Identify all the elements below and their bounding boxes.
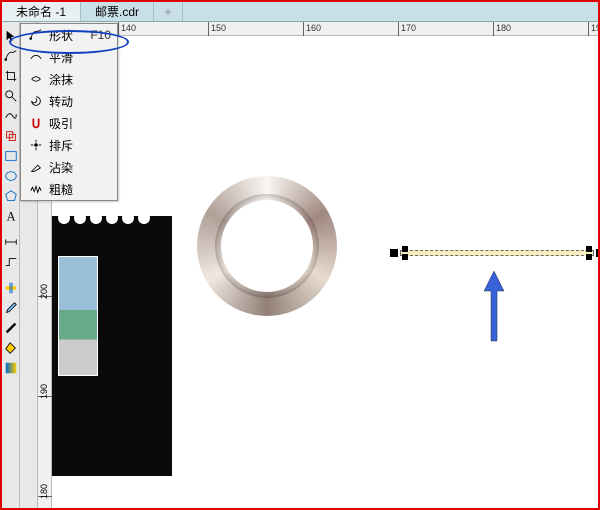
ruler-tick: 200 bbox=[39, 284, 49, 299]
flyout-repel[interactable]: 排斥 bbox=[21, 134, 117, 156]
fill-tool[interactable] bbox=[2, 338, 20, 358]
smear-icon bbox=[27, 160, 45, 174]
roughen-icon bbox=[27, 182, 45, 196]
node-handle[interactable] bbox=[586, 246, 592, 252]
connector-tool[interactable] bbox=[2, 252, 20, 272]
shape-tool-flyout: 形状 F10 平滑 涂抹 转动 吸引 排斥 沾染 粗糙 bbox=[20, 23, 118, 201]
pick-tool[interactable] bbox=[2, 26, 20, 46]
connector-line bbox=[400, 250, 594, 256]
interactive-fill-tool[interactable] bbox=[2, 358, 20, 378]
attract-icon bbox=[27, 116, 45, 130]
flyout-shortcut: F10 bbox=[90, 28, 111, 42]
ruler-tick: 140 bbox=[121, 23, 136, 33]
flyout-smooth[interactable]: 平滑 bbox=[21, 46, 117, 68]
flyout-label: 形状 bbox=[45, 27, 90, 44]
shape-icon bbox=[27, 28, 45, 42]
crop-tool[interactable] bbox=[2, 66, 20, 86]
rectangle-tool[interactable] bbox=[2, 146, 20, 166]
document-tabs: 未命名 -1 邮票.cdr + bbox=[2, 2, 598, 22]
node-handle[interactable] bbox=[402, 246, 408, 252]
ruler-tick: 160 bbox=[306, 23, 321, 33]
connector-selected[interactable] bbox=[392, 246, 598, 260]
canvas[interactable] bbox=[52, 36, 598, 508]
ruler-horizontal[interactable]: 140 150 160 170 180 190 bbox=[38, 22, 598, 36]
dimension-tool[interactable] bbox=[2, 232, 20, 252]
interactive-tool[interactable] bbox=[2, 278, 20, 298]
stamp-photo bbox=[58, 256, 98, 376]
twirl-icon bbox=[27, 94, 45, 108]
ruler-tick: 150 bbox=[211, 23, 226, 33]
flyout-label: 粗糙 bbox=[45, 181, 111, 198]
tab-add[interactable]: + bbox=[154, 2, 183, 21]
polygon-tool[interactable] bbox=[2, 186, 20, 206]
repel-icon bbox=[27, 138, 45, 152]
flyout-label: 吸引 bbox=[45, 115, 111, 132]
ruler-tick: 190 bbox=[591, 23, 598, 33]
zoom-tool[interactable] bbox=[2, 86, 20, 106]
text-tool[interactable]: A bbox=[2, 206, 20, 226]
flyout-attract[interactable]: 吸引 bbox=[21, 112, 117, 134]
flyout-shape[interactable]: 形状 F10 bbox=[21, 24, 117, 46]
tab-label: 未命名 -1 bbox=[16, 3, 66, 20]
canvas-wrap: 140 150 160 170 180 190 200 190 180 bbox=[38, 22, 598, 508]
metal-ring-object[interactable] bbox=[197, 176, 337, 316]
ellipse-tool[interactable] bbox=[2, 166, 20, 186]
outline-tool[interactable] bbox=[2, 318, 20, 338]
flyout-smudge[interactable]: 涂抹 bbox=[21, 68, 117, 90]
freehand-tool[interactable] bbox=[2, 106, 20, 126]
plus-icon: + bbox=[165, 5, 172, 19]
flyout-label: 沾染 bbox=[45, 159, 111, 176]
flyout-label: 平滑 bbox=[45, 49, 111, 66]
toolbox-primary: A bbox=[2, 22, 20, 508]
ruler-tick: 180 bbox=[39, 484, 49, 499]
node-handle[interactable] bbox=[402, 254, 408, 260]
svg-text:A: A bbox=[7, 209, 16, 223]
ruler-tick: 190 bbox=[39, 384, 49, 399]
arrow-annotation bbox=[482, 271, 506, 346]
flyout-smear[interactable]: 沾染 bbox=[21, 156, 117, 178]
flyout-twirl[interactable]: 转动 bbox=[21, 90, 117, 112]
flyout-label: 涂抹 bbox=[45, 71, 111, 88]
shape-tool[interactable] bbox=[2, 46, 20, 66]
smudge-icon bbox=[27, 72, 45, 86]
node-handle[interactable] bbox=[586, 254, 592, 260]
handle-right[interactable] bbox=[596, 249, 598, 257]
flyout-roughen[interactable]: 粗糙 bbox=[21, 178, 117, 200]
handle-left[interactable] bbox=[390, 249, 398, 257]
ruler-tick: 170 bbox=[401, 23, 416, 33]
eyedropper-tool[interactable] bbox=[2, 298, 20, 318]
stamp-object[interactable] bbox=[52, 216, 172, 476]
smooth-icon bbox=[27, 50, 45, 64]
smart-fill-tool[interactable] bbox=[2, 126, 20, 146]
tab-untitled[interactable]: 未命名 -1 bbox=[2, 2, 81, 21]
tab-stamp[interactable]: 邮票.cdr bbox=[81, 2, 154, 21]
flyout-label: 转动 bbox=[45, 93, 111, 110]
tab-label: 邮票.cdr bbox=[95, 3, 139, 20]
ruler-tick: 180 bbox=[496, 23, 511, 33]
flyout-label: 排斥 bbox=[45, 137, 111, 154]
